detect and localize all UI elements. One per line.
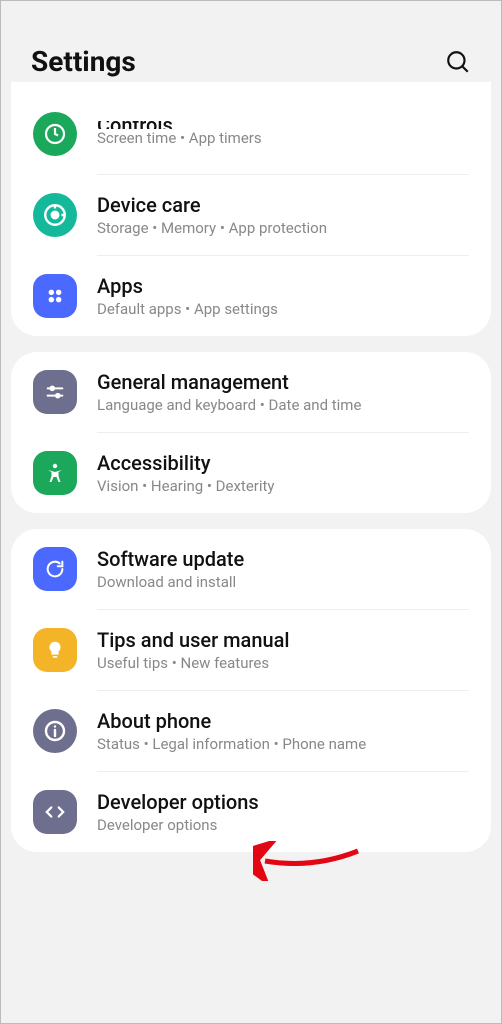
item-subtitle: Status • Legal information • Phone name: [97, 735, 469, 753]
item-text: Device care Storage • Memory • App prote…: [97, 193, 469, 237]
settings-item-developer-options[interactable]: Developer options Developer options: [11, 772, 491, 852]
device-care-icon: [33, 193, 77, 237]
settings-item-apps[interactable]: Apps Default apps • App settings: [11, 256, 491, 336]
lightbulb-icon: [33, 628, 77, 672]
sliders-icon: [33, 370, 77, 414]
item-subtitle: Developer options: [97, 816, 469, 834]
item-title: About phone: [97, 709, 469, 733]
item-text: About phone Status • Legal information •…: [97, 709, 469, 753]
settings-item-software-update[interactable]: Software update Download and install: [11, 529, 491, 609]
settings-item-controls[interactable]: Controls Screen time • App timers: [11, 94, 491, 174]
item-title: Device care: [97, 193, 469, 217]
item-subtitle: Language and keyboard • Date and time: [97, 396, 469, 414]
item-title: Apps: [97, 274, 469, 298]
settings-item-tips[interactable]: Tips and user manual Useful tips • New f…: [11, 610, 491, 690]
search-icon[interactable]: [445, 49, 471, 75]
item-text: Tips and user manual Useful tips • New f…: [97, 628, 469, 672]
code-icon: [33, 790, 77, 834]
settings-content: Controls Screen time • App timers Device…: [1, 82, 501, 852]
update-icon: [33, 547, 77, 591]
item-text: General management Language and keyboard…: [97, 370, 469, 414]
item-title: Accessibility: [97, 451, 469, 475]
apps-icon: [33, 274, 77, 318]
item-title: General management: [97, 370, 469, 394]
item-title: Controls: [97, 121, 469, 129]
item-title: Developer options: [97, 790, 469, 814]
settings-item-device-care[interactable]: Device care Storage • Memory • App prote…: [11, 175, 491, 255]
settings-item-general-management[interactable]: General management Language and keyboard…: [11, 352, 491, 432]
settings-item-about-phone[interactable]: About phone Status • Legal information •…: [11, 691, 491, 771]
controls-icon: [33, 112, 77, 156]
settings-item-accessibility[interactable]: Accessibility Vision • Hearing • Dexteri…: [11, 433, 491, 513]
info-icon: [33, 709, 77, 753]
item-text: Apps Default apps • App settings: [97, 274, 469, 318]
item-subtitle: Screen time • App timers: [97, 129, 469, 147]
settings-group: Software update Download and install Tip…: [11, 529, 491, 852]
settings-group: Controls Screen time • App timers Device…: [11, 82, 491, 336]
item-text: Software update Download and install: [97, 547, 469, 591]
item-subtitle: Vision • Hearing • Dexterity: [97, 477, 469, 495]
item-subtitle: Useful tips • New features: [97, 654, 469, 672]
item-subtitle: Download and install: [97, 573, 469, 591]
item-title: Software update: [97, 547, 469, 571]
item-text: Accessibility Vision • Hearing • Dexteri…: [97, 451, 469, 495]
item-text: Controls Screen time • App timers: [97, 121, 469, 147]
page-title: Settings: [31, 45, 136, 78]
item-title: Tips and user manual: [97, 628, 469, 652]
item-subtitle: Default apps • App settings: [97, 300, 469, 318]
item-subtitle: Storage • Memory • App protection: [97, 219, 469, 237]
accessibility-icon: [33, 451, 77, 495]
settings-group: General management Language and keyboard…: [11, 352, 491, 513]
item-text: Developer options Developer options: [97, 790, 469, 834]
